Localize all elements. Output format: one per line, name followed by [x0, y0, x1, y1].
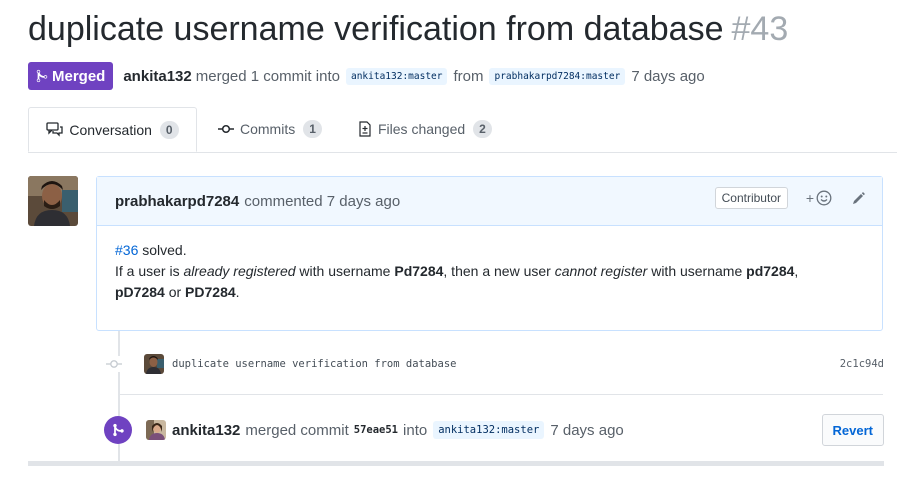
merge-into-text: into — [403, 421, 428, 439]
contributor-badge: Contributor — [714, 187, 788, 209]
comment-text: or — [164, 284, 186, 300]
merge-base-branch[interactable]: ankita132:master — [433, 421, 545, 439]
git-merge-icon — [36, 69, 48, 83]
comment-text: with username — [295, 263, 395, 279]
from-text: from — [453, 67, 484, 85]
comment-line-1: #36 solved. — [115, 240, 864, 261]
commit-author-avatar[interactable] — [144, 354, 164, 374]
smiley-icon — [816, 190, 832, 206]
pr-number: #43 — [731, 10, 789, 48]
git-merge-icon — [104, 416, 132, 444]
merge-event-text: merged commit — [245, 421, 349, 439]
revert-button[interactable]: Revert — [821, 414, 884, 446]
merged-state-badge: Merged — [28, 62, 114, 90]
edit-comment-button[interactable] — [850, 191, 866, 211]
comment-line-2: If a user is already registered with use… — [115, 261, 864, 282]
tab-commits-label: Commits — [240, 121, 296, 137]
timeline-commit: duplicate username verification from dat… — [106, 350, 884, 378]
tab-conversation[interactable]: Conversation 0 — [28, 107, 197, 152]
base-branch[interactable]: ankita132:master — [345, 67, 448, 85]
comment-discussion-icon — [46, 122, 64, 137]
pr-title: duplicate username verification from dat… — [28, 6, 788, 52]
comment-strong: pd7284 — [746, 263, 795, 279]
comment-text: If a user is — [115, 263, 184, 279]
file-diff-icon — [358, 121, 372, 137]
comment-line-3: pD7284 or PD7284. — [115, 282, 864, 303]
merge-commit-sha[interactable]: 57eae51 — [354, 424, 398, 436]
pr-meta: Merged ankita132 merged 1 commit into an… — [28, 62, 705, 90]
timeline-bottom-border — [28, 461, 884, 466]
comment-body: #36 solved. If a user is already registe… — [97, 226, 882, 317]
timeline-divider — [118, 394, 883, 395]
comment-emphasis: cannot register — [554, 263, 648, 279]
comment-text: solved. — [138, 242, 187, 258]
tab-files-changed[interactable]: Files changed 2 — [358, 107, 492, 151]
comment-header: prabhakarpd7284 commented 7 days ago Con… — [97, 177, 882, 226]
tab-commits-count: 1 — [303, 120, 322, 138]
comment-strong: pD7284 — [115, 284, 165, 300]
comment-strong: PD7284 — [185, 284, 236, 300]
comment-text: , then a new user — [443, 263, 555, 279]
pr-tabs: Conversation 0 Commits 1 Files changed 2 — [28, 107, 897, 153]
tab-commits[interactable]: Commits 1 — [218, 107, 322, 151]
head-branch[interactable]: prabhakarpd7284:master — [489, 67, 626, 85]
git-commit-icon — [218, 124, 234, 134]
pr-title-text: duplicate username verification from dat… — [28, 10, 724, 48]
commit-message[interactable]: duplicate username verification from dat… — [172, 358, 456, 370]
pencil-icon — [853, 192, 865, 204]
git-commit-icon — [106, 356, 122, 372]
merge-author[interactable]: ankita132 — [172, 422, 240, 439]
issue-link[interactable]: #36 — [115, 242, 138, 258]
merge-event: ankita132 merged commit 57eae51 into ank… — [104, 414, 884, 446]
comment-strong: Pd7284 — [394, 263, 444, 279]
comment-action[interactable]: commented 7 days ago — [244, 193, 400, 210]
merger-avatar[interactable] — [146, 420, 166, 440]
comment-emphasis: already registered — [183, 263, 296, 279]
merger-link[interactable]: ankita132 — [123, 68, 191, 85]
tab-conversation-count: 0 — [159, 120, 179, 139]
merge-time-ago[interactable]: 7 days ago — [550, 422, 623, 439]
tab-conversation-label: Conversation — [69, 121, 152, 138]
comment-author[interactable]: prabhakarpd7284 — [115, 193, 239, 210]
pr-comment: prabhakarpd7284 commented 7 days ago Con… — [96, 176, 883, 331]
comment-text: , — [794, 263, 799, 279]
merge-text: merged 1 commit into — [195, 67, 340, 85]
tab-files-count: 2 — [473, 120, 492, 138]
pr-time-ago: 7 days ago — [631, 67, 705, 85]
comment-text: with username — [647, 263, 747, 279]
merged-label: Merged — [52, 67, 106, 85]
add-reaction-button[interactable]: + — [806, 190, 832, 206]
reaction-plus: + — [805, 190, 814, 206]
commenter-avatar[interactable] — [28, 176, 78, 226]
tab-files-label: Files changed — [378, 121, 466, 137]
comment-text: . — [235, 284, 240, 300]
commit-sha[interactable]: 2c1c94d — [840, 358, 884, 370]
